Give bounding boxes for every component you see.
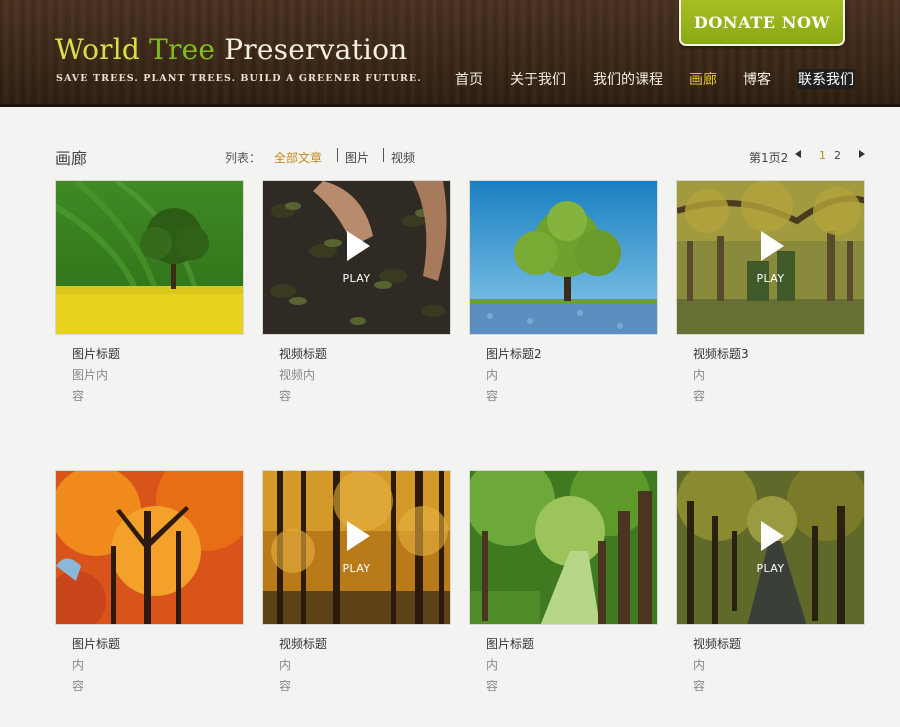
play-icon[interactable] bbox=[761, 231, 784, 261]
video-thumbnail[interactable]: PLAY bbox=[262, 180, 451, 335]
nav-item-about[interactable]: 关于我们 bbox=[510, 69, 566, 89]
card-description-continued: 容 bbox=[486, 389, 499, 403]
site-logo[interactable]: World Tree Preservation bbox=[55, 33, 407, 66]
filter-images[interactable]: 图片 bbox=[345, 149, 369, 166]
card-description: 内 bbox=[693, 368, 706, 382]
card-title[interactable]: 图片标题 bbox=[72, 345, 120, 362]
card-description: 视频内 bbox=[279, 368, 316, 382]
image-card: 图片标题2 内容 bbox=[469, 180, 658, 403]
ellipsis-dots bbox=[706, 393, 865, 399]
filter-all-articles[interactable]: 全部文章 bbox=[274, 149, 322, 166]
video-card: PLAY 视频标题内容 bbox=[676, 470, 865, 693]
image-thumbnail[interactable] bbox=[469, 470, 658, 625]
video-thumbnail[interactable]: PLAY bbox=[676, 470, 865, 625]
ellipsis-dots bbox=[85, 683, 265, 689]
video-card: PLAY 视频标题视频内容 bbox=[262, 180, 451, 403]
filter-label: 列表： bbox=[225, 151, 262, 165]
card-title[interactable]: 图片标题 bbox=[486, 635, 534, 652]
filter-divider bbox=[383, 148, 384, 162]
image-thumbnail[interactable] bbox=[55, 180, 244, 335]
ellipsis-dots bbox=[85, 393, 265, 399]
card-description: 内 bbox=[279, 658, 292, 672]
play-overlay[interactable]: PLAY bbox=[677, 181, 864, 334]
card-description: 图片内 bbox=[72, 368, 109, 382]
prev-page-icon[interactable] bbox=[795, 150, 801, 158]
ellipsis-dots bbox=[292, 393, 472, 399]
card-title[interactable]: 视频标题3 bbox=[693, 345, 749, 362]
card-description: 内 bbox=[486, 658, 499, 672]
nav-item-home[interactable]: 首页 bbox=[455, 69, 483, 89]
image-card: 图片标题 图片内容 bbox=[55, 180, 244, 403]
play-overlay[interactable]: PLAY bbox=[263, 471, 450, 624]
play-icon[interactable] bbox=[761, 521, 784, 551]
card-description-continued: 容 bbox=[279, 389, 292, 403]
ellipsis-dots bbox=[292, 683, 472, 689]
card-description: 内 bbox=[693, 658, 706, 672]
nav-item-contact[interactable]: 联系我们 bbox=[797, 69, 855, 89]
donate-now-button[interactable]: DONATE NOW bbox=[679, 0, 845, 46]
card-title[interactable]: 视频标题 bbox=[279, 635, 327, 652]
card-title[interactable]: 图片标题2 bbox=[486, 345, 542, 362]
image-card: 图片标题内容 bbox=[469, 470, 658, 693]
card-title[interactable]: 视频标题 bbox=[693, 635, 741, 652]
nav-item-blog[interactable]: 博客 bbox=[743, 69, 771, 89]
nav-item-gallery[interactable]: 画廊 bbox=[689, 69, 717, 89]
card-description-continued: 容 bbox=[486, 679, 499, 693]
ellipsis-dots bbox=[499, 393, 679, 399]
image-card: 图片标题内容 bbox=[55, 470, 244, 693]
filter-divider bbox=[337, 148, 338, 162]
page-number-1[interactable]: 1 bbox=[819, 149, 826, 162]
play-overlay[interactable]: PLAY bbox=[263, 181, 450, 334]
site-header: World Tree Preservation SAVE TREES. PLAN… bbox=[0, 0, 900, 107]
card-description: 内 bbox=[72, 658, 85, 672]
card-description-continued: 容 bbox=[72, 679, 85, 693]
logo-word-tree: Tree bbox=[149, 33, 216, 66]
page-title: 画廊 bbox=[55, 149, 88, 168]
play-label: PLAY bbox=[342, 562, 371, 575]
logo-word-world: World bbox=[55, 33, 140, 66]
card-description-continued: 容 bbox=[279, 679, 292, 693]
site-tagline: SAVE TREES. PLANT TREES. BUILD A GREENER… bbox=[56, 73, 422, 84]
logo-word-preservation: Preservation bbox=[224, 33, 408, 66]
play-icon[interactable] bbox=[347, 231, 370, 261]
next-page-icon[interactable] bbox=[859, 150, 865, 158]
video-card: PLAY 视频标题3 内容 bbox=[676, 180, 865, 403]
card-description-continued: 容 bbox=[693, 389, 706, 403]
card-description: 内 bbox=[486, 368, 499, 382]
image-thumbnail[interactable] bbox=[55, 470, 244, 625]
filter-videos[interactable]: 视频 bbox=[391, 149, 415, 166]
play-icon[interactable] bbox=[347, 521, 370, 551]
ellipsis-dots bbox=[499, 683, 679, 689]
nav-item-courses[interactable]: 我们的课程 bbox=[593, 69, 663, 89]
play-label: PLAY bbox=[756, 272, 785, 285]
video-thumbnail[interactable]: PLAY bbox=[262, 470, 451, 625]
card-description-continued: 容 bbox=[72, 389, 85, 403]
play-label: PLAY bbox=[756, 562, 785, 575]
ellipsis-dots bbox=[706, 683, 865, 689]
video-thumbnail[interactable]: PLAY bbox=[676, 180, 865, 335]
page-info: 第1页2 bbox=[749, 151, 789, 165]
card-title[interactable]: 视频标题 bbox=[279, 345, 327, 362]
card-description-continued: 容 bbox=[693, 679, 706, 693]
video-card: PLAY 视频标题内容 bbox=[262, 470, 451, 693]
page-number-2[interactable]: 2 bbox=[834, 149, 841, 162]
play-label: PLAY bbox=[342, 272, 371, 285]
image-thumbnail[interactable] bbox=[469, 180, 658, 335]
play-overlay[interactable]: PLAY bbox=[677, 471, 864, 624]
card-title[interactable]: 图片标题 bbox=[72, 635, 120, 652]
